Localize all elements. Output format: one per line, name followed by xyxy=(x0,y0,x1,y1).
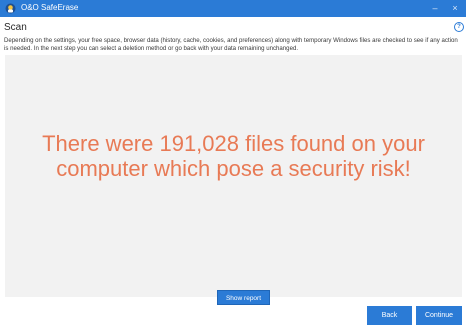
app-logo-icon xyxy=(5,3,16,14)
scan-result-panel: There were 191,028 files found on your c… xyxy=(5,55,462,305)
scan-result-message: There were 191,028 files found on your c… xyxy=(42,131,425,181)
help-icon[interactable]: ? xyxy=(454,22,464,32)
show-report-button[interactable]: Show report xyxy=(217,290,270,305)
continue-button[interactable]: Continue xyxy=(416,306,462,325)
close-button[interactable]: × xyxy=(446,0,464,17)
minimize-button[interactable]: – xyxy=(426,0,444,17)
back-button[interactable]: Back xyxy=(367,306,412,325)
page-title: Scan xyxy=(4,22,27,33)
scan-description: Depending on the settings, your free spa… xyxy=(4,37,458,52)
window-title: O&O SafeErase xyxy=(21,3,79,12)
title-bar: O&O SafeErase – × xyxy=(0,0,466,17)
